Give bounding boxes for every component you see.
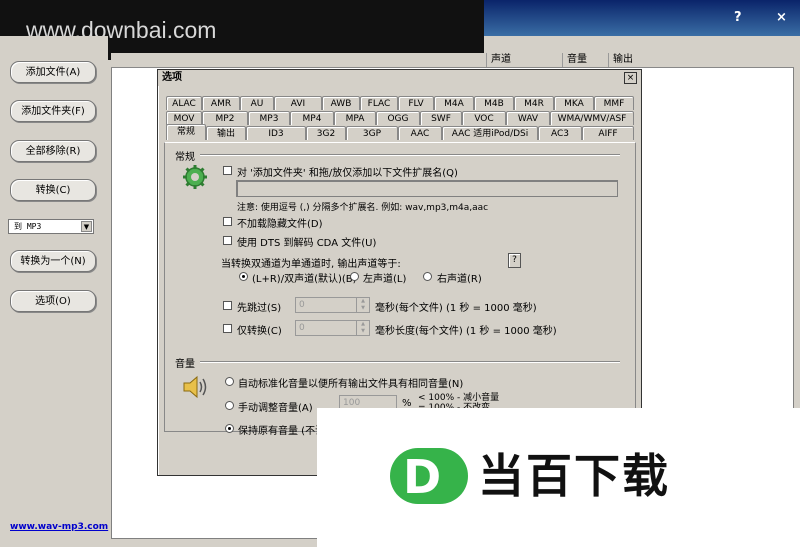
column-volume[interactable]: 音量 (562, 53, 608, 67)
tab-m4r[interactable]: M4R (514, 96, 554, 110)
stepper-up-icon[interactable]: ▲ (356, 321, 369, 328)
dialog-close-button[interactable]: × (624, 72, 637, 84)
tab-mmf[interactable]: MMF (594, 96, 634, 110)
column-channel[interactable]: 声道 (486, 53, 562, 67)
hidden-files-label: 不加载隐藏文件(D) (237, 219, 323, 230)
only-convert-value: 0 (299, 323, 305, 333)
tab-aiff[interactable]: AIFF (582, 126, 634, 140)
tab-mp2[interactable]: MP2 (202, 111, 248, 125)
manual-volume-label: 手动调整音量(A) (238, 403, 313, 414)
tab-voc[interactable]: VOC (462, 111, 506, 125)
stepper-down-icon[interactable]: ▼ (356, 305, 369, 312)
tab-m4b[interactable]: M4B (474, 96, 514, 110)
radio-both-channels[interactable] (239, 272, 248, 281)
tab-avi[interactable]: AVI (274, 96, 322, 110)
tab-mka[interactable]: MKA (554, 96, 594, 110)
skip-label: 先跳过(S) (237, 303, 282, 314)
tab-au[interactable]: AU (240, 96, 274, 110)
tab-wma-wmv-asf[interactable]: WMA/WMV/ASF (550, 111, 634, 125)
radio-left-label: 左声道(L) (363, 274, 407, 285)
ext-filter-checkbox[interactable] (223, 166, 232, 175)
skip-checkbox[interactable] (223, 301, 232, 310)
auto-normalize-label: 自动标准化音量以便所有输出文件具有相同音量(N) (238, 379, 464, 390)
close-button[interactable]: × (776, 10, 787, 25)
ext-note: 注意: 使用逗号 (,) 分隔多个扩展名. 例如: wav,mp3,m4a,aa… (237, 203, 489, 213)
tab-flac[interactable]: FLAC (360, 96, 398, 110)
tab-m4a[interactable]: M4A (434, 96, 474, 110)
section-volume-heading: 音量 (175, 359, 195, 370)
radio-manual-volume[interactable] (225, 401, 234, 410)
format-select-value: 到 MP3 (14, 222, 42, 231)
stepper-up-icon[interactable]: ▲ (356, 298, 369, 305)
keep-volume-label: 保持原有音量 (不调 (238, 426, 326, 437)
tab-ac3[interactable]: AC3 (538, 126, 582, 140)
only-convert-label: 仅转换(C) (237, 326, 282, 337)
only-convert-unit: 毫秒长度(每个文件) (1 秒 = 1000 毫秒) (375, 326, 557, 337)
tab-wav[interactable]: WAV (506, 111, 550, 125)
help-button[interactable]: ? (734, 10, 742, 25)
ext-filter-label: 对 '添加文件夹' 和拖/放仅添加以下文件扩展名(Q) (237, 168, 458, 179)
dts-checkbox[interactable] (223, 236, 232, 245)
tab-awb[interactable]: AWB (322, 96, 360, 110)
hidden-files-checkbox[interactable] (223, 217, 232, 226)
radio-keep-volume[interactable] (225, 424, 234, 433)
column-output[interactable]: 输出 (608, 53, 794, 67)
only-convert-stepper[interactable]: 0 ▲ ▼ (295, 320, 370, 336)
skip-value: 0 (299, 300, 305, 310)
radio-right-channel[interactable] (423, 272, 432, 281)
tab-mov[interactable]: MOV (166, 111, 202, 125)
tab-mp4[interactable]: MP4 (290, 111, 334, 125)
dialog-title: 选项 (158, 70, 641, 86)
convert-button[interactable]: 转换(C) (10, 179, 96, 201)
tab-alac[interactable]: ALAC (166, 96, 202, 110)
stepper-down-icon[interactable]: ▼ (356, 328, 369, 335)
speaker-icon (183, 375, 207, 399)
tab-mpa[interactable]: MPA (334, 111, 376, 125)
tab-output[interactable]: 输出 (206, 126, 246, 140)
format-select[interactable]: 到 MP3 ▼ (8, 219, 94, 234)
options-button[interactable]: 选项(O) (10, 290, 96, 312)
radio-left-channel[interactable] (350, 272, 359, 281)
manual-volume-value: 100 (343, 398, 361, 408)
tab-3g2[interactable]: 3G2 (306, 126, 346, 140)
skip-unit: 毫秒(每个文件) (1 秒 = 1000 毫秒) (375, 303, 537, 314)
tab-amr[interactable]: AMR (202, 96, 240, 110)
convert-to-one-button[interactable]: 转换为一个(N) (10, 250, 96, 272)
gear-icon (183, 165, 207, 189)
tab-id3[interactable]: ID3 (246, 126, 306, 140)
dts-label: 使用 DTS 到解码 CDA 文件(U) (237, 238, 377, 249)
radio-auto-normalize[interactable] (225, 377, 234, 386)
tab-swf[interactable]: SWF (420, 111, 462, 125)
section-general-heading: 常规 (175, 152, 195, 163)
tab-3gp[interactable]: 3GP (346, 126, 398, 140)
tab-aac[interactable]: AAC (398, 126, 442, 140)
tab-ogg[interactable]: OGG (376, 111, 420, 125)
mono-help-button[interactable]: ? (508, 253, 521, 268)
add-file-button[interactable]: 添加文件(A) (10, 61, 96, 83)
ext-filter-input[interactable] (236, 180, 618, 197)
section-divider (200, 154, 620, 156)
radio-both-label: (L+R)/双声道(默认)(B) (252, 274, 357, 285)
logo-letter: D (403, 450, 442, 504)
mono-output-label: 当转换双通道为单通道时, 输出声道等于: (221, 259, 401, 270)
tab-aac-ipod-dsi[interactable]: AAC 适用iPod/DSi (442, 126, 538, 140)
tab-mp3[interactable]: MP3 (248, 111, 290, 125)
radio-right-label: 右声道(R) (437, 274, 482, 285)
only-convert-checkbox[interactable] (223, 324, 232, 333)
tab-flv[interactable]: FLV (398, 96, 434, 110)
add-folder-button[interactable]: 添加文件夹(F) (10, 100, 96, 122)
website-link[interactable]: www.wav-mp3.com (10, 522, 108, 532)
logo-text: 当百下载 (478, 449, 670, 503)
manual-volume-stepper[interactable]: 100 (339, 395, 397, 409)
section-divider (200, 361, 620, 363)
skip-stepper[interactable]: 0 ▲ ▼ (295, 297, 370, 313)
chevron-down-icon[interactable]: ▼ (81, 221, 92, 232)
tab-general[interactable]: 常规 (166, 124, 206, 140)
remove-all-button[interactable]: 全部移除(R) (10, 140, 96, 162)
